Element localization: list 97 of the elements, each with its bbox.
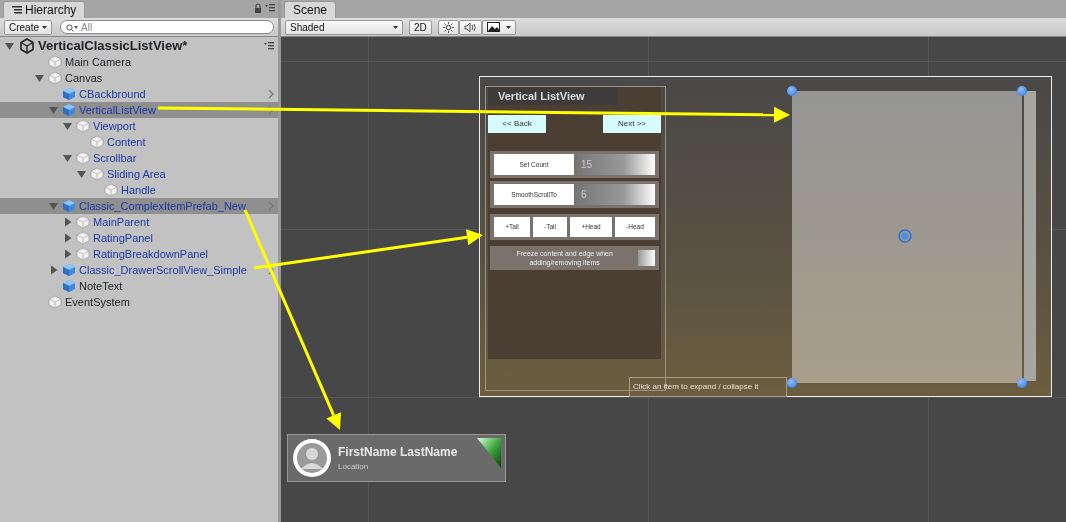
panel-title: Vertical ListView bbox=[488, 87, 618, 105]
tree-row[interactable]: MainParent bbox=[0, 214, 278, 230]
cube-icon bbox=[76, 215, 90, 229]
tree-row[interactable]: Sliding Area bbox=[0, 166, 278, 182]
create-button[interactable]: Create bbox=[4, 19, 52, 35]
caret-icon bbox=[42, 25, 47, 29]
tree-row[interactable]: Content bbox=[0, 134, 278, 150]
list-icon bbox=[12, 6, 22, 14]
tree-row[interactable]: RatingBreakdownPanel bbox=[0, 246, 278, 262]
sun-icon bbox=[442, 21, 454, 33]
expanded-arrow-icon[interactable] bbox=[34, 72, 46, 84]
item-label: Content bbox=[107, 135, 146, 150]
item-location: Location bbox=[338, 461, 370, 473]
item-label: Classic_DrawerScrollView_Simple bbox=[79, 263, 247, 278]
item-label: RatingPanel bbox=[93, 231, 153, 246]
collapsed-arrow-icon[interactable] bbox=[62, 232, 74, 244]
cube-icon bbox=[76, 119, 90, 133]
scrollbar-handle[interactable] bbox=[1024, 91, 1036, 381]
item-label: Scrollbar bbox=[93, 151, 137, 166]
item-label: Viewport bbox=[93, 119, 136, 134]
expanded-arrow-icon[interactable] bbox=[62, 152, 74, 164]
prefab-cube-icon bbox=[62, 279, 76, 293]
item-name: FirstName LastName bbox=[338, 444, 459, 461]
item-label: MainParent bbox=[93, 215, 150, 230]
cube-icon bbox=[90, 135, 104, 149]
next-button[interactable]: Next >> bbox=[603, 115, 661, 133]
tree-row[interactable]: VerticalClassicListView* bbox=[0, 38, 278, 54]
expanded-arrow-icon[interactable] bbox=[48, 104, 60, 116]
lock-icon[interactable] bbox=[254, 3, 262, 13]
item-label: VerticalListView bbox=[79, 103, 156, 118]
tree-row[interactable]: Canvas bbox=[0, 70, 278, 86]
prefab-cube-icon bbox=[62, 87, 76, 101]
search-field[interactable]: All bbox=[60, 20, 274, 34]
tree-row[interactable]: CBackbround bbox=[0, 86, 278, 102]
prefab-cube-icon bbox=[62, 263, 76, 277]
item-label: Handle bbox=[121, 183, 156, 198]
prefab-cube-icon bbox=[62, 103, 76, 117]
expanded-arrow-icon[interactable] bbox=[76, 168, 88, 180]
effects-button[interactable] bbox=[481, 19, 516, 35]
anchor-handle[interactable] bbox=[1017, 86, 1027, 96]
item-label: Main Camera bbox=[65, 55, 132, 70]
item-label: CBackbround bbox=[79, 87, 146, 102]
scene-name: VerticalClassicListView* bbox=[38, 38, 188, 54]
tree-row[interactable]: Classic_DrawerScrollView_Simple bbox=[0, 262, 278, 278]
expanded-arrow-icon[interactable] bbox=[4, 40, 16, 52]
corner-triangle-icon bbox=[477, 438, 501, 468]
lighting-button[interactable] bbox=[437, 19, 459, 35]
chevron-right-icon[interactable] bbox=[268, 105, 274, 115]
collapsed-arrow-icon[interactable] bbox=[62, 248, 74, 260]
audio-button[interactable] bbox=[458, 19, 482, 35]
tree-row[interactable]: EventSystem bbox=[0, 294, 278, 310]
tree-row[interactable]: Viewport bbox=[0, 118, 278, 134]
anchor-handle[interactable] bbox=[1017, 378, 1027, 388]
collapsed-arrow-icon[interactable] bbox=[48, 264, 60, 276]
item-label: Classic_ComplexItemPrefab_New bbox=[79, 199, 246, 214]
note-text: Click an item to expand / collapse it bbox=[629, 377, 787, 397]
tree-row[interactable]: NoteText bbox=[0, 278, 278, 294]
scene-tab[interactable]: Scene bbox=[284, 1, 337, 18]
tree-row[interactable]: Handle bbox=[0, 182, 278, 198]
expanded-arrow-icon[interactable] bbox=[62, 120, 74, 132]
caret-icon bbox=[393, 25, 398, 29]
speaker-icon bbox=[463, 21, 477, 33]
item-label: Canvas bbox=[65, 71, 103, 86]
cube-icon bbox=[76, 231, 90, 245]
search-icon bbox=[66, 24, 78, 32]
collapsed-arrow-icon[interactable] bbox=[62, 216, 74, 228]
tree-row[interactable]: Scrollbar bbox=[0, 150, 278, 166]
avatar-placeholder bbox=[292, 438, 332, 478]
checkbox[interactable] bbox=[638, 250, 655, 266]
item-label: NoteText bbox=[79, 279, 123, 294]
tree-row[interactable]: Main Camera bbox=[0, 54, 278, 70]
cube-icon bbox=[104, 183, 118, 197]
menu-icon[interactable] bbox=[264, 42, 274, 50]
chevron-right-icon[interactable] bbox=[268, 89, 274, 99]
cube-icon bbox=[76, 247, 90, 261]
menu-icon[interactable] bbox=[265, 4, 275, 12]
anchor-handle[interactable] bbox=[787, 86, 797, 96]
prefab-cube-icon bbox=[62, 199, 76, 213]
cube-icon bbox=[48, 71, 62, 85]
draw-mode-dropdown[interactable]: Shaded bbox=[285, 19, 403, 35]
item-label: EventSystem bbox=[65, 295, 130, 310]
item-label: RatingBreakdownPanel bbox=[93, 247, 208, 262]
unity-logo-icon bbox=[19, 38, 35, 54]
tree-row[interactable]: RatingPanel bbox=[0, 230, 278, 246]
cube-icon bbox=[48, 55, 62, 69]
anchor-handle[interactable] bbox=[787, 378, 797, 388]
back-button[interactable]: << Back bbox=[488, 115, 546, 133]
cube-icon bbox=[48, 295, 62, 309]
2d-toggle-button[interactable]: 2D bbox=[409, 19, 432, 35]
image-icon bbox=[486, 22, 500, 32]
cube-icon bbox=[90, 167, 104, 181]
item-label: Sliding Area bbox=[107, 167, 166, 182]
pivot-handle[interactable] bbox=[898, 229, 912, 243]
hierarchy-tab[interactable]: Hierarchy bbox=[3, 1, 86, 18]
cube-icon bbox=[76, 151, 90, 165]
caret-icon bbox=[505, 25, 511, 29]
expanded-arrow-icon[interactable] bbox=[48, 200, 60, 212]
